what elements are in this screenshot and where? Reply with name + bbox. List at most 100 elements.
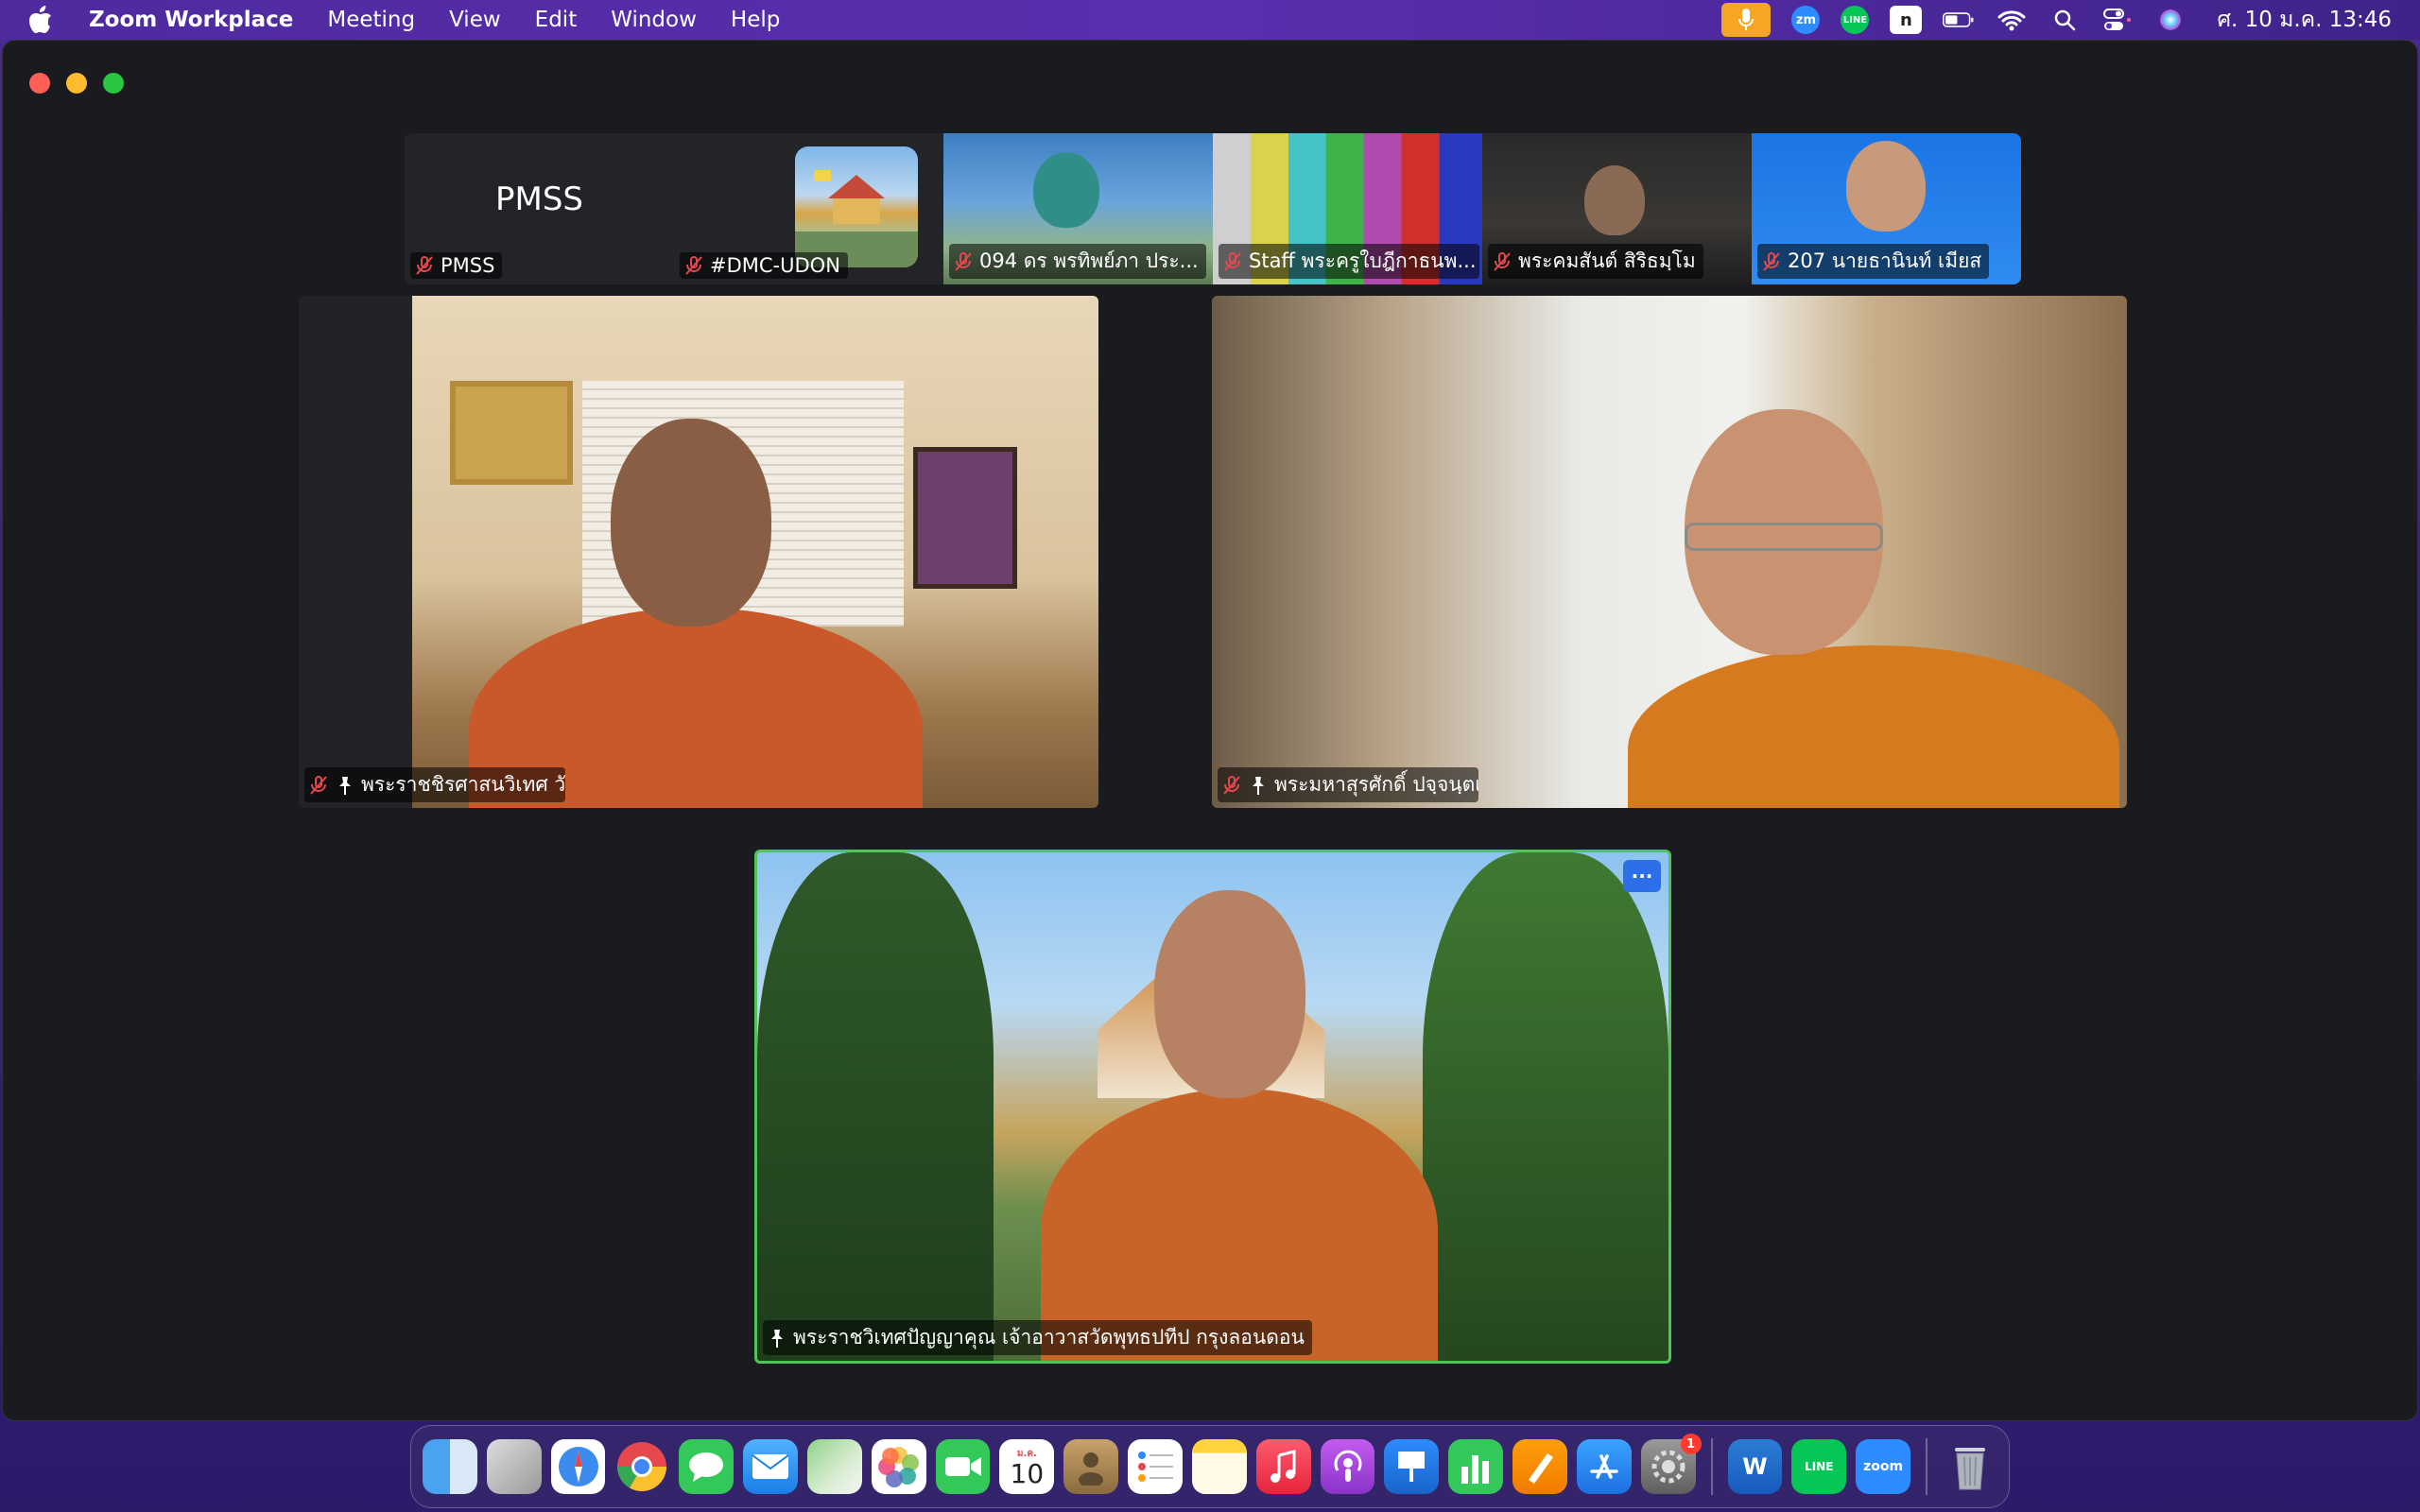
zoom-meeting-window: PMSS PMSS #DMC-UDON 094 ดร พรทิพย์ภา ประ… (2, 40, 2418, 1421)
tile-options-button[interactable]: ··· (1623, 860, 1661, 892)
menu-bar: Zoom Workplace Meeting View Edit Window … (0, 0, 2420, 40)
participant-name: 094 ดร พรทิพย์ภา ประ... (979, 249, 1199, 272)
contacts-icon[interactable] (1063, 1439, 1119, 1494)
trash-icon[interactable] (1943, 1439, 1997, 1494)
control-center-icon[interactable] (2101, 4, 2134, 36)
participant-video-figure (1846, 141, 1926, 232)
word-icon[interactable]: W (1727, 1439, 1783, 1494)
photos-icon[interactable] (871, 1439, 926, 1494)
participant-name-tag: 094 ดร พรทิพย์ภา ประ... (949, 244, 1206, 279)
participant-name: พระคมสันต์ สิริธมฺโม (1518, 249, 1696, 272)
messages-icon[interactable] (679, 1439, 735, 1494)
participant-name-tag: พระมหาสุรศักดิ์ ปจฺจนฺตเสโน, ผศ.ดร. (1218, 767, 1478, 802)
participant-face (1154, 890, 1305, 1098)
reminders-icon[interactable] (1128, 1439, 1183, 1494)
video-tile-main-1[interactable]: พระราชชิรศาสนวิเทศ วัดไทยนอร์เวย์ (299, 296, 1098, 808)
video-tile-main-2[interactable]: พระมหาสุรศักดิ์ ปจฺจนฺตเสโน, ผศ.ดร. (1212, 296, 2127, 808)
zoom-menubar-icon[interactable]: zm (1791, 6, 1821, 34)
tree-left (757, 852, 994, 1361)
wifi-icon[interactable] (1996, 4, 2028, 36)
zoom-icon[interactable]: zoom (1856, 1439, 1911, 1494)
line-icon[interactable]: LINE (1791, 1439, 1847, 1494)
menu-view[interactable]: View (449, 8, 501, 32)
menu-window[interactable]: Window (611, 8, 697, 32)
participant-name: พระมหาสุรศักดิ์ ปจฺจนฺตเสโน, ผศ.ดร. (1274, 773, 1478, 796)
dock-separator (1710, 1438, 1713, 1495)
keynote-icon[interactable] (1384, 1439, 1440, 1494)
participant-face (611, 419, 771, 627)
window-fullscreen-button[interactable] (103, 73, 124, 94)
safari-icon[interactable] (550, 1439, 606, 1494)
window-close-button[interactable] (29, 73, 50, 94)
participant-name-tag: PMSS (410, 252, 503, 279)
mail-icon[interactable] (743, 1439, 798, 1494)
launchpad-icon[interactable] (486, 1439, 542, 1494)
participant-name-tag: #DMC-UDON (680, 252, 848, 279)
muted-mic-icon (1494, 251, 1511, 271)
n-app-menubar-icon[interactable]: n (1890, 6, 1923, 34)
menu-help[interactable]: Help (731, 8, 780, 32)
apple-menu-icon[interactable] (28, 6, 62, 34)
pages-icon[interactable] (1512, 1439, 1567, 1494)
participant-name-tag: พระราชวิเทศปัญญาคุณ เจ้าอาวาสวัดพุทธปทีป… (763, 1320, 1312, 1355)
participant-name: #DMC-UDON (710, 254, 840, 277)
menu-edit[interactable]: Edit (535, 8, 578, 32)
window-minimize-button[interactable] (66, 73, 87, 94)
muted-mic-icon (1224, 251, 1241, 271)
muted-mic-icon (416, 256, 433, 275)
dock: ม.ค. 10 1 W LINE zoom (410, 1425, 2010, 1508)
menu-meeting[interactable]: Meeting (327, 8, 415, 32)
participant-name: พระราชวิเทศปัญญาคุณ เจ้าอาวาสวัดพุทธปทีป… (793, 1326, 1305, 1349)
participant-video-figure (1584, 165, 1645, 235)
participant-tile-staff[interactable]: Staff พระครูใบฎีกาธนพ... (1213, 133, 1482, 284)
tree-right (1423, 852, 1668, 1361)
siri-icon[interactable] (2154, 4, 2187, 36)
battery-icon[interactable] (1943, 4, 1975, 36)
participant-tile-pmss[interactable]: PMSS PMSS (405, 133, 674, 284)
participant-name: Staff พระครูใบฎีกาธนพ... (1249, 249, 1477, 272)
finder-icon[interactable] (423, 1439, 477, 1494)
spotlight-search-icon[interactable] (2048, 4, 2081, 36)
pin-icon (1253, 776, 1264, 795)
wall-portrait (913, 447, 1017, 589)
menubar-clock[interactable]: ศ. 10 ม.ค. 13:46 (2217, 3, 2392, 37)
pin-icon (339, 776, 351, 795)
wall-picture-frame (450, 381, 573, 485)
muted-mic-icon (955, 251, 972, 271)
podcasts-icon[interactable] (1320, 1439, 1375, 1494)
participant-name-tag: Staff พระครูใบฎีกาธนพ... (1219, 244, 1479, 279)
participant-name: PMSS (441, 254, 495, 277)
participant-name-tag: พระคมสันต์ สิริธมฺโม (1488, 244, 1703, 279)
music-icon[interactable] (1255, 1439, 1311, 1494)
facetime-icon[interactable] (935, 1439, 991, 1494)
system-settings-icon[interactable]: 1 (1640, 1434, 1702, 1494)
participant-video-figure (1033, 152, 1099, 228)
participant-tile-khomsan[interactable]: พระคมสันต์ สิริธมฺโม (1482, 133, 1752, 284)
participant-name: พระราชชิรศาสนวิเทศ วัดไทยนอร์เวย์ (361, 773, 565, 796)
desktop: Zoom Workplace Meeting View Edit Window … (0, 0, 2420, 1512)
dock-separator (1926, 1438, 1928, 1495)
muted-mic-icon (1763, 251, 1780, 271)
numbers-icon[interactable] (1448, 1439, 1504, 1494)
muted-mic-icon (685, 256, 702, 275)
video-tile-active-speaker[interactable]: ··· พระราชวิเทศปัญญาคุณ เจ้าอาวาสวัดพุทธ… (754, 850, 1671, 1364)
app-name-menu[interactable]: Zoom Workplace (89, 8, 293, 32)
chrome-icon[interactable] (614, 1439, 669, 1494)
participant-glasses (1685, 523, 1883, 551)
notes-icon[interactable] (1191, 1439, 1247, 1494)
participant-tile-094[interactable]: 094 ดร พรทิพย์ภา ประ... (943, 133, 1213, 284)
maps-icon[interactable] (806, 1439, 862, 1494)
muted-mic-icon (1223, 775, 1240, 795)
app-store-icon[interactable] (1576, 1439, 1632, 1494)
participant-name-tag: 207 นายธานินท์ เมียส (1757, 244, 1990, 279)
participant-name-tag: พระราชชิรศาสนวิเทศ วัดไทยนอร์เวย์ (304, 767, 565, 802)
calendar-day: 10 (1010, 1457, 1045, 1489)
status-area: zm LINE n ศ. 10 ม.ค. 13:46 (1721, 0, 2392, 40)
participant-video (412, 296, 1098, 808)
participant-display-label: PMSS (494, 180, 583, 218)
participant-tile-207[interactable]: 207 นายธานินท์ เมียส (1752, 133, 2021, 284)
mic-in-use-icon[interactable] (1721, 3, 1772, 37)
calendar-icon[interactable]: ม.ค. 10 (999, 1439, 1055, 1494)
participant-tile-dmc-udon[interactable]: #DMC-UDON (674, 133, 943, 284)
line-menubar-icon[interactable]: LINE (1841, 6, 1870, 34)
